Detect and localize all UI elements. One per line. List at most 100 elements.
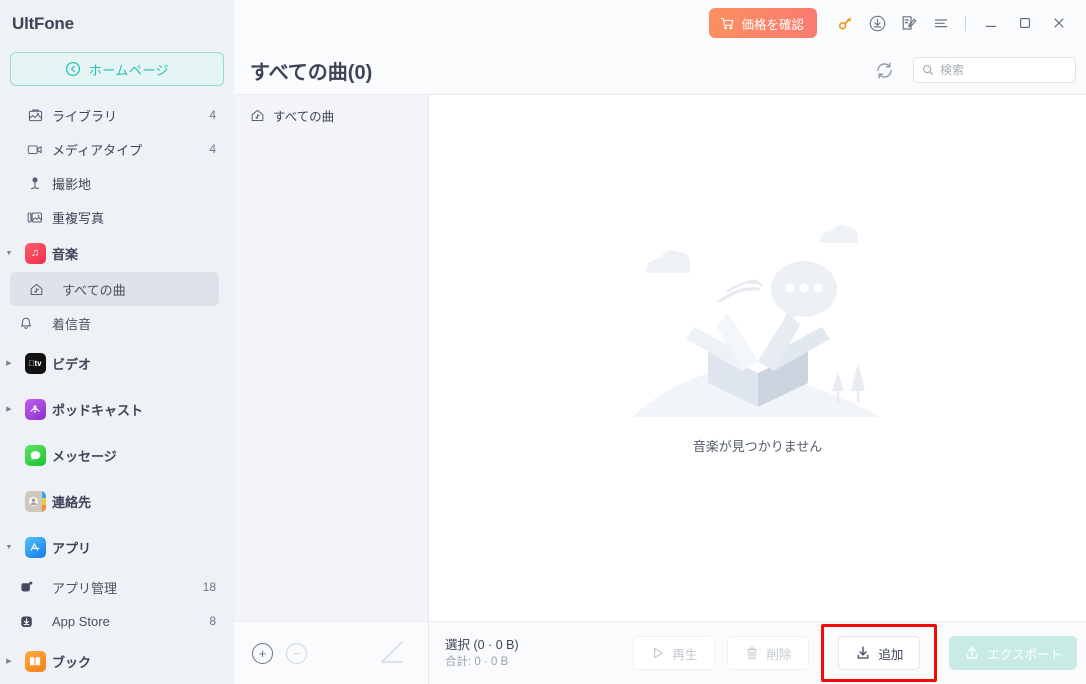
footer-left-tools: + − [234,622,429,684]
delete-button: 削除 [727,636,810,670]
back-circle-icon [65,61,81,77]
sidebar-group-video[interactable]: ▶ tv ビデオ [0,340,234,386]
add-button-highlight: 追加 [821,624,938,682]
appstore-app-icon [18,536,52,558]
bell-icon [0,316,52,331]
location-pin-icon [18,176,52,191]
hamburger-menu-icon[interactable] [925,7,957,39]
home-page-label: ホームページ [88,62,170,78]
sidebar-item-count: 4 [209,142,216,156]
sidebar: UltFone ホームページ ▶ [0,0,234,684]
shopping-cart-icon [720,16,735,31]
house-note-icon [10,282,62,297]
check-price-label: 価格を確認 [741,17,804,32]
sidebar-item-duplicate-photos[interactable]: ▶ 重複写真 [0,200,234,234]
sidebar-item-ringtones[interactable]: 着信音 [0,306,234,340]
title-bar: 価格を確認 [234,0,1086,46]
appletv-app-icon: tv [18,352,52,374]
sidebar-item-media-type[interactable]: ▶ メディアタイプ 4 [0,132,234,166]
toolbar-divider [965,15,966,31]
sidebar-item-library[interactable]: ▶ ライブラリ 4 [0,98,234,132]
subnav-item-all-songs[interactable]: すべての曲 [234,95,428,135]
content-body: すべての曲 音楽が見つかりません [234,94,1086,621]
sidebar-item-label: すべての曲 [62,282,126,298]
main-panel: 価格を確認 すべての曲(0) 検索 すべての曲 音楽が見つかりません + − 選… [234,0,1086,684]
export-button[interactable]: エクスポート [949,636,1077,670]
download-circle-icon[interactable] [861,7,893,39]
pencil-icon[interactable] [376,640,406,666]
footer-actions: 再生 削除 追加 エクスポート [633,624,1086,682]
contacts-app-icon [18,490,52,512]
search-icon [922,64,934,76]
minus-circle-icon: − [286,642,307,664]
sidebar-item-places[interactable]: ▶ 撮影地 [0,166,234,200]
page-title: すべての曲(0) [250,61,373,84]
sidebar-item-label: App Store [52,613,110,629]
sidebar-group-books[interactable]: ▶ ブック [0,638,234,684]
sidebar-group-label: ビデオ [52,356,92,372]
key-icon[interactable] [829,7,861,39]
sidebar-item-label: ライブラリ [52,108,118,124]
caret-right-icon[interactable]: ▶ [0,657,18,665]
footer-toolbar: + − 選択 (0 · 0 B) 合計: 0 · 0 B 再生 削除 追加 エク… [234,621,1086,684]
video-camera-icon [18,142,52,157]
application-window: UltFone ホームページ ▶ [0,0,1086,684]
sidebar-item-contacts[interactable]: ▶ 連絡先 [0,478,234,524]
import-download-icon [855,645,871,661]
sidebar-item-app-manage[interactable]: アプリ管理 18 [0,570,234,604]
sidebar-group-label: 音楽 [52,246,79,262]
play-label: 再生 [672,647,698,662]
messages-app-icon [18,444,52,466]
house-note-icon [250,108,265,123]
sidebar-item-app-store[interactable]: App Store 8 [0,604,234,638]
podcast-app-icon [18,398,52,420]
subnav-item-label: すべての曲 [273,109,335,124]
sidebar-item-messages[interactable]: ▶ メッセージ [0,432,234,478]
music-app-icon: ♫ [18,242,52,264]
sidebar-group-apps[interactable]: ▼ アプリ [0,524,234,570]
app-download-icon [0,614,52,629]
duplicate-photos-icon [18,210,52,225]
play-button: 再生 [633,636,716,670]
search-input[interactable] [940,63,1067,77]
sidebar-item-label: メッセージ [52,448,117,464]
app-brand-title: UltFone [12,14,74,33]
books-app-icon [18,650,52,672]
app-manage-icon [0,580,52,595]
delete-label: 削除 [766,647,792,662]
minimize-button[interactable] [974,7,1008,39]
plus-circle-icon[interactable]: + [252,642,273,664]
maximize-button[interactable] [1008,7,1042,39]
caret-right-icon[interactable]: ▶ [0,405,18,413]
empty-state-area: 音楽が見つかりません [429,95,1086,621]
selection-count-label: 選択 (0 · 0 B) [445,637,519,652]
caret-down-icon[interactable]: ▼ [0,544,18,551]
search-box[interactable] [913,57,1076,83]
sidebar-item-label: メディアタイプ [52,142,143,158]
sidebar-item-count: 18 [202,580,216,594]
caret-down-icon[interactable]: ▼ [0,250,18,257]
empty-state-text: 音楽が見つかりません [692,439,823,454]
close-button[interactable] [1042,7,1076,39]
sidebar-item-label: 着信音 [52,316,92,332]
export-upload-icon [964,645,980,661]
sidebar-group-podcast[interactable]: ▶ ポッドキャスト [0,386,234,432]
sidebar-group-music[interactable]: ▼ ♫ 音楽 [0,234,234,272]
sidebar-group-label: ポッドキャスト [52,402,144,418]
sidebar-item-count: 8 [209,614,216,628]
check-price-button[interactable]: 価格を確認 [709,8,817,38]
note-edit-icon[interactable] [893,7,925,39]
sidebar-item-all-songs[interactable]: すべての曲 [10,272,219,306]
sidebar-nav: ▶ ライブラリ 4 ▶ [0,98,234,684]
photo-library-icon [18,108,52,123]
sub-navigation: すべての曲 [234,95,429,621]
refresh-icon[interactable] [869,55,899,85]
caret-right-icon[interactable]: ▶ [0,359,18,367]
add-label: 追加 [878,647,904,662]
export-label: エクスポート [987,647,1062,662]
selection-info: 選択 (0 · 0 B) 合計: 0 · 0 B [429,636,519,671]
add-button[interactable]: 追加 [838,636,921,670]
play-icon [651,646,665,660]
sidebar-item-count: 4 [209,108,216,122]
home-page-button[interactable]: ホームページ [10,52,224,86]
